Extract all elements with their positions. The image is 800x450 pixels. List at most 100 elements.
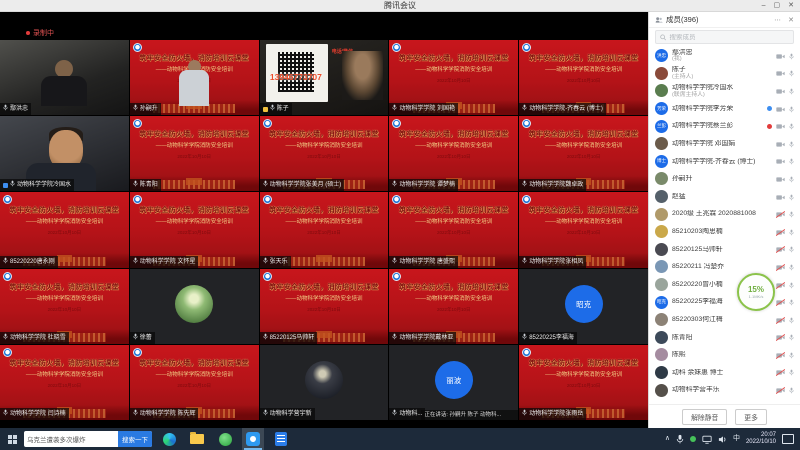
video-tile[interactable]: 筑牢安全防火墙，消防培训云课堂 ——动物科学学院消防安全培训 2022年10月1… bbox=[389, 269, 518, 344]
camera-icon[interactable] bbox=[776, 363, 785, 381]
member-row[interactable]: 芳荣 动物科学学院李芳荣 bbox=[649, 100, 800, 118]
member-row[interactable]: 博士 动物科学学院-齐春云 (博士) bbox=[649, 153, 800, 171]
panel-more-icon[interactable]: ⋯ bbox=[774, 16, 781, 24]
camera-icon[interactable] bbox=[776, 117, 785, 135]
tray-mic-icon[interactable] bbox=[676, 434, 684, 444]
mic-icon[interactable] bbox=[789, 258, 794, 276]
mic-icon[interactable] bbox=[789, 117, 794, 135]
tray-display-icon[interactable] bbox=[702, 435, 712, 444]
member-row[interactable]: 85220125马帅轩 bbox=[649, 241, 800, 259]
mic-icon[interactable] bbox=[789, 64, 794, 82]
mic-icon[interactable] bbox=[789, 363, 794, 381]
ime-indicator[interactable]: 中 bbox=[733, 428, 740, 450]
video-tile[interactable]: 电话/微信 13946773707 陈子 bbox=[260, 40, 389, 115]
mic-icon[interactable] bbox=[789, 240, 794, 258]
mic-icon[interactable] bbox=[789, 205, 794, 223]
member-row[interactable]: 85220211 冯楚乔 bbox=[649, 258, 800, 276]
performance-widget[interactable]: 15% 1.1MK/s bbox=[737, 273, 775, 311]
mic-icon[interactable] bbox=[789, 170, 794, 188]
video-tile[interactable]: 筑牢安全防火墙，消防培训云课堂 ——动物科学学院消防安全培训 2022年10月1… bbox=[130, 40, 259, 115]
member-row[interactable]: 动物科学营丰乐 bbox=[649, 381, 800, 399]
member-row[interactable]: 85220220曾小楠 bbox=[649, 276, 800, 294]
video-tile[interactable]: 筑牢安全防火墙，消防培训云课堂 ——动物科学学院消防安全培训 2022年10月1… bbox=[0, 345, 129, 420]
member-row[interactable]: 孙嗣升 bbox=[649, 170, 800, 188]
taskbar-search[interactable]: 乌克兰遭袭多次爆炸 搜索一下 bbox=[24, 431, 152, 447]
video-tile[interactable]: 鄢洪忠 bbox=[0, 40, 129, 115]
video-tile[interactable]: 筑牢安全防火墙，消防培训云课堂 ——动物科学学院消防安全培训 2022年10月1… bbox=[519, 40, 648, 115]
mic-icon[interactable] bbox=[789, 293, 794, 311]
search-box[interactable] bbox=[655, 30, 794, 44]
mic-icon[interactable] bbox=[789, 223, 794, 241]
camera-icon[interactable] bbox=[776, 223, 785, 241]
video-tile[interactable]: 筑牢安全防火墙，消防培训云课堂 ——动物科学学院消防安全培训 2022年10月1… bbox=[260, 192, 389, 267]
member-row[interactable]: 昭克 85220225李福海 bbox=[649, 293, 800, 311]
member-row[interactable]: 赵猛 bbox=[649, 188, 800, 206]
video-tile[interactable]: 筑牢安全防火墙，消防培训云课堂 ——动物科学学院消防安全培训 2022年10月1… bbox=[130, 345, 259, 420]
docs-app-button[interactable] bbox=[270, 428, 292, 450]
taskbar-search-button[interactable]: 搜索一下 bbox=[118, 431, 152, 447]
tray-volume-icon[interactable] bbox=[718, 435, 727, 444]
browser-360-button[interactable] bbox=[214, 428, 236, 450]
camera-icon[interactable] bbox=[776, 47, 785, 65]
member-row[interactable]: 陈熙 bbox=[649, 346, 800, 364]
taskbar-clock[interactable]: 20:07 2022/10/10 bbox=[746, 432, 776, 446]
member-row[interactable]: 85220303何江梅 bbox=[649, 311, 800, 329]
video-tile[interactable]: 筑牢安全防火墙，消防培训云课堂 ——动物科学学院消防安全培训 2022年10月1… bbox=[389, 40, 518, 115]
member-row[interactable]: 陈子 (主持人) bbox=[649, 65, 800, 83]
mic-icon[interactable] bbox=[789, 328, 794, 346]
camera-icon[interactable] bbox=[776, 152, 785, 170]
member-row[interactable]: 洪忠 鄢洪忠 (我) bbox=[649, 47, 800, 65]
camera-icon[interactable] bbox=[776, 64, 785, 82]
mic-icon[interactable] bbox=[789, 82, 794, 100]
video-tile[interactable]: 动物科学学院冷国水 bbox=[0, 116, 129, 191]
edge-browser-button[interactable] bbox=[158, 428, 180, 450]
member-row[interactable]: 85210203陶思楠 bbox=[649, 223, 800, 241]
video-tile[interactable]: 筑牢安全防火墙，消防培训云课堂 ——动物科学学院消防安全培训 2022年10月1… bbox=[519, 116, 648, 191]
mic-icon[interactable] bbox=[789, 346, 794, 364]
close-button[interactable]: ✕ bbox=[788, 0, 794, 12]
tencent-meeting-button[interactable] bbox=[242, 428, 264, 450]
member-row[interactable]: 动物科学学院 邓国娟 bbox=[649, 135, 800, 153]
video-tile[interactable]: 筑牢安全防火墙，消防培训云课堂 ——动物科学学院消防安全培训 2022年10月1… bbox=[519, 192, 648, 267]
camera-icon[interactable] bbox=[776, 135, 785, 153]
camera-icon[interactable] bbox=[776, 258, 785, 276]
unmute-button[interactable]: 解除静音 bbox=[682, 409, 727, 425]
member-row[interactable]: 动物科学学院冷国水 (联席主持人) bbox=[649, 82, 800, 100]
camera-icon[interactable] bbox=[776, 82, 785, 100]
mic-icon[interactable] bbox=[789, 135, 794, 153]
camera-icon[interactable] bbox=[776, 170, 785, 188]
member-row[interactable]: 2020级 王兆霖 2020881008 bbox=[649, 205, 800, 223]
tray-caret-icon[interactable]: ∧ bbox=[665, 428, 670, 450]
mic-icon[interactable] bbox=[789, 381, 794, 399]
member-row[interactable]: 陈青阳 bbox=[649, 329, 800, 347]
file-explorer-button[interactable] bbox=[186, 428, 208, 450]
member-row[interactable]: 动科 余妹惠 博士 bbox=[649, 364, 800, 382]
camera-icon[interactable] bbox=[776, 240, 785, 258]
search-input[interactable] bbox=[669, 34, 789, 41]
camera-icon[interactable] bbox=[776, 188, 785, 206]
notification-center-icon[interactable] bbox=[782, 434, 794, 444]
camera-icon[interactable] bbox=[776, 205, 785, 223]
mic-icon[interactable] bbox=[789, 152, 794, 170]
video-tile[interactable]: 筑牢安全防火墙，消防培训云课堂 ——动物科学学院消防安全培训 2022年10月1… bbox=[519, 345, 648, 420]
video-tile[interactable]: 徐蕾 bbox=[130, 269, 259, 344]
member-row[interactable]: 兰彭 动物科学学院蔡兰彭 bbox=[649, 117, 800, 135]
camera-icon[interactable] bbox=[776, 293, 785, 311]
video-tile[interactable]: 筑牢安全防火墙，消防培训云课堂 ——动物科学学院消防安全培训 2022年10月1… bbox=[389, 192, 518, 267]
maximize-button[interactable]: ▢ bbox=[774, 0, 781, 12]
mic-icon[interactable] bbox=[789, 311, 794, 329]
video-tile[interactable]: 筑牢安全防火墙，消防培训云课堂 ——动物科学学院消防安全培训 2022年10月1… bbox=[130, 192, 259, 267]
video-tile[interactable]: 丽波 动物科... 正在讲话: 孙嗣升 陈子 动物科... bbox=[389, 345, 518, 420]
camera-icon[interactable] bbox=[776, 328, 785, 346]
mic-icon[interactable] bbox=[789, 276, 794, 294]
start-button[interactable] bbox=[0, 428, 24, 450]
camera-icon[interactable] bbox=[776, 381, 785, 399]
video-tile[interactable]: 筑牢安全防火墙，消防培训云课堂 ——动物科学学院消防安全培训 2022年10月1… bbox=[260, 116, 389, 191]
video-tile[interactable]: 筑牢安全防火墙，消防培训云课堂 ——动物科学学院消防安全培训 2022年10月1… bbox=[0, 269, 129, 344]
video-tile[interactable]: 筑牢安全防火墙，消防培训云课堂 ——动物科学学院消防安全培训 2022年10月1… bbox=[260, 269, 389, 344]
camera-icon[interactable] bbox=[776, 100, 785, 118]
mic-icon[interactable] bbox=[789, 188, 794, 206]
panel-close-icon[interactable]: ✕ bbox=[788, 16, 794, 24]
video-tile[interactable]: 筑牢安全防火墙，消防培训云课堂 ——动物科学学院消防安全培训 2022年10月1… bbox=[0, 192, 129, 267]
mic-icon[interactable] bbox=[789, 100, 794, 118]
